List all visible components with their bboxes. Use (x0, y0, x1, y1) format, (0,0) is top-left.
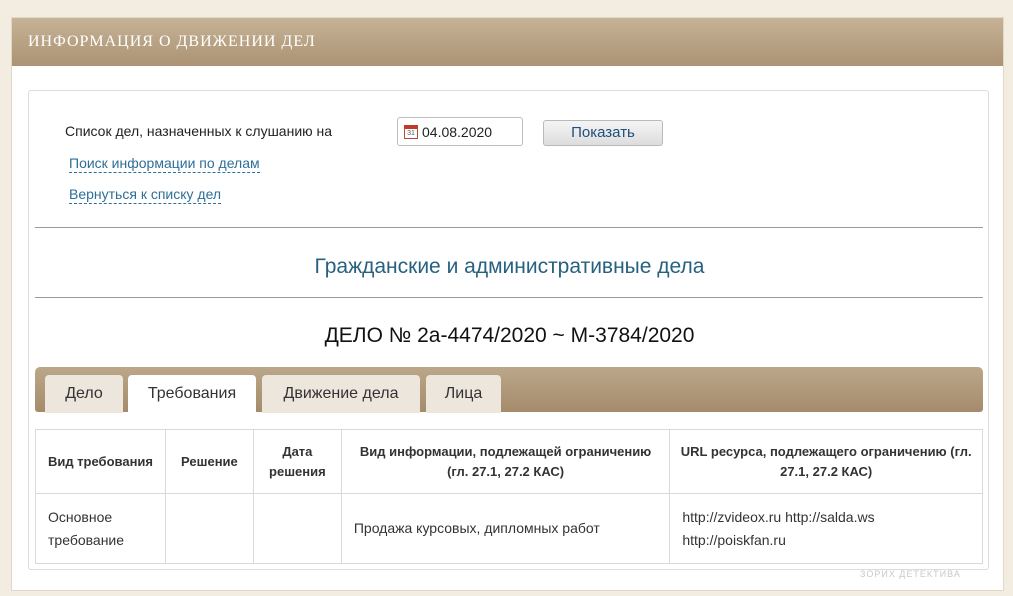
requirements-table: Вид требования Решение Дата решения Вид … (35, 429, 983, 564)
hearing-list-label: Список дел, назначенных к слушанию на (65, 123, 333, 139)
col-requirement-type: Вид требования (35, 429, 166, 494)
tab-bar: Дело Требования Движение дела Лица (35, 367, 983, 413)
content-panel: Список дел, назначенных к слушанию на 31… (28, 90, 989, 570)
date-value: 04.08.2020 (422, 124, 493, 140)
cell-decision (164, 493, 254, 564)
divider-bottom (35, 297, 983, 298)
table-row: Основное требование Продажа курсовых, ди… (35, 493, 983, 564)
col-info-type: Вид информации, подлежащей ограничению (… (340, 429, 671, 494)
cell-requirement-type: Основное требование (35, 493, 166, 564)
tab-requirements[interactable]: Требования (128, 375, 256, 413)
tab-case[interactable]: Дело (45, 375, 123, 413)
col-resource-url: URL ресурса, подлежащего ограничению (гл… (669, 429, 983, 494)
tab-persons[interactable]: Лица (426, 375, 501, 413)
date-input[interactable]: 31 04.08.2020 (397, 117, 523, 146)
col-decision-date: Дата решения (252, 429, 342, 494)
back-to-list-link[interactable]: Вернуться к списку дел (69, 186, 222, 204)
search-cases-link[interactable]: Поиск информации по делам (69, 155, 260, 173)
cell-decision-date (252, 493, 342, 564)
section-title: Гражданские и административные дела (314, 255, 705, 278)
tab-case-movement[interactable]: Движение дела (262, 375, 420, 413)
divider-top (35, 227, 983, 228)
page-header: ИНФОРМАЦИЯ О ДВИЖЕНИИ ДЕЛ (12, 18, 1003, 66)
main-frame: ИНФОРМАЦИЯ О ДВИЖЕНИИ ДЕЛ Список дел, на… (11, 17, 1004, 591)
col-decision: Решение (164, 429, 254, 494)
cell-info-type: Продажа курсовых, дипломных работ (340, 493, 671, 564)
watermark: ЗОРИХ ДЕТЕКТИВА (860, 569, 961, 579)
calendar-icon[interactable]: 31 (404, 125, 418, 139)
table-header-row: Вид требования Решение Дата решения Вид … (35, 429, 983, 494)
case-number-title: ДЕЛО № 2а-4474/2020 ~ М-3784/2020 (324, 324, 695, 347)
cell-resource-urls: http://zvideox.ru http://salda.ws http:/… (669, 493, 983, 564)
show-button[interactable]: Показать (543, 120, 663, 146)
page-title: ИНФОРМАЦИЯ О ДВИЖЕНИИ ДЕЛ (28, 33, 316, 50)
